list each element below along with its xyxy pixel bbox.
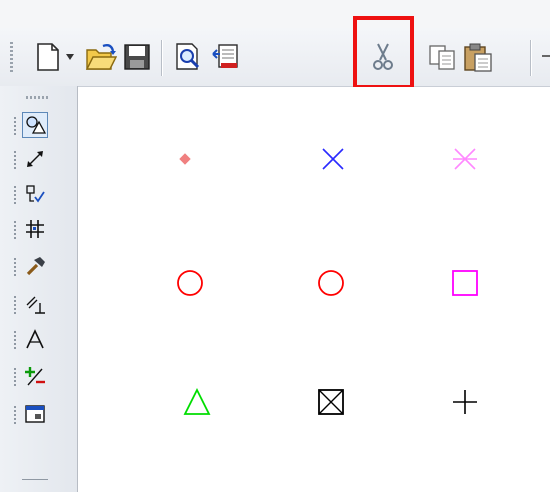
point-tool[interactable] — [22, 181, 48, 207]
diamond-symbol[interactable] — [167, 141, 203, 177]
boxed-x-symbol[interactable] — [313, 384, 349, 420]
tool-grip — [14, 368, 16, 388]
shape-select-tool[interactable] — [22, 112, 48, 138]
window-icon — [25, 405, 45, 423]
shapes-icon — [26, 116, 46, 134]
tool-grip — [14, 331, 16, 351]
toolbar-separator — [161, 40, 162, 76]
paste-button[interactable] — [459, 38, 497, 76]
toolbar-separator — [530, 40, 531, 76]
tool-grip — [14, 406, 16, 426]
folder-open-icon — [85, 43, 117, 70]
tool-grip — [14, 296, 16, 316]
sidebar-grip[interactable] — [26, 96, 48, 99]
floppy-disk-icon — [124, 44, 150, 70]
plus-minus-tool[interactable] — [22, 363, 48, 389]
cut-button-highlight — [353, 16, 414, 89]
plus-symbol[interactable] — [447, 384, 483, 420]
tools-sidebar — [0, 86, 78, 492]
main-toolbar — [0, 28, 550, 87]
compass-tool[interactable] — [22, 326, 48, 352]
window-top-strip — [0, 0, 550, 28]
toolbar-grip[interactable] — [10, 42, 13, 74]
asterisk-symbol[interactable] — [447, 141, 483, 177]
tool-grip — [14, 221, 16, 241]
page-setup-button[interactable] — [206, 38, 244, 76]
tool-grip — [14, 186, 16, 206]
save-button[interactable] — [118, 38, 156, 76]
page-setup-icon — [212, 44, 238, 68]
sidebar-separator — [22, 479, 48, 480]
circle-symbol[interactable] — [172, 265, 208, 301]
open-button[interactable] — [82, 38, 120, 76]
copy-button[interactable] — [423, 38, 461, 76]
copy-icon — [429, 45, 455, 70]
grid-icon — [26, 220, 44, 238]
print-preview-button[interactable] — [170, 38, 208, 76]
drawing-canvas[interactable] — [78, 87, 550, 492]
triangle-symbol[interactable] — [179, 384, 215, 420]
plus-minus-icon — [25, 367, 45, 386]
magnifier-document-icon — [176, 43, 200, 70]
perpendicular-tool[interactable] — [22, 291, 48, 317]
tool-grip — [14, 258, 16, 278]
measure-tool[interactable] — [22, 146, 48, 172]
hammer-tool[interactable] — [22, 253, 48, 279]
tool-grip — [14, 151, 16, 171]
point-checkmark-icon — [26, 185, 45, 203]
grid-tool[interactable] — [22, 216, 48, 242]
tool-grip — [14, 117, 16, 137]
square-symbol[interactable] — [447, 265, 483, 301]
hammer-icon — [26, 257, 45, 276]
circle-symbol[interactable] — [313, 265, 349, 301]
toolbar-overflow-icon[interactable] — [542, 55, 550, 57]
clipboard-paste-icon — [464, 43, 492, 72]
chevron-down-icon — [66, 54, 74, 60]
perpendicular-icon — [26, 296, 45, 314]
window-tool[interactable] — [22, 401, 48, 427]
compass-icon — [26, 329, 44, 349]
new-dropdown-button[interactable] — [60, 38, 80, 76]
x-cross-symbol[interactable] — [315, 141, 351, 177]
dimension-arrow-icon — [27, 151, 43, 167]
document-icon — [37, 43, 59, 71]
